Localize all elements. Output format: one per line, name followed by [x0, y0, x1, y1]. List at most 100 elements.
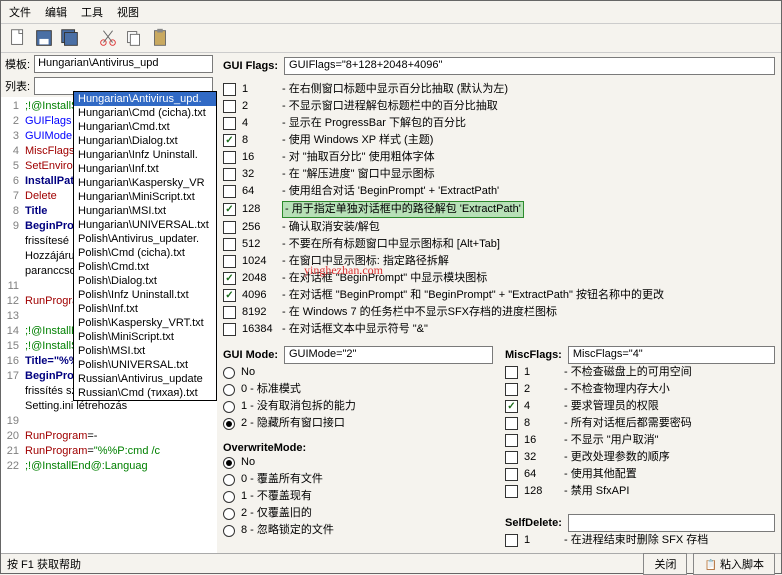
dropdown-item[interactable]: Polish\UNIVERSAL.txt [74, 358, 216, 372]
guiflag-32[interactable]: 32- 在 "解压进度" 窗口中显示图标 [223, 166, 775, 183]
checkbox-icon[interactable] [223, 289, 236, 302]
copy-icon[interactable] [123, 27, 145, 49]
dropdown-item[interactable]: Polish\Antivirus_updater. [74, 232, 216, 246]
checkbox-icon[interactable] [223, 134, 236, 147]
checkbox-icon[interactable] [505, 434, 518, 447]
dropdown-item[interactable]: Hungarian\Dialog.txt [74, 134, 216, 148]
dropdown-item[interactable]: Hungarian\Infz Uninstall. [74, 148, 216, 162]
guiflag-512[interactable]: 512- 不要在所有标题窗口中显示图标和 [Alt+Tab] [223, 236, 775, 253]
checkbox-icon[interactable] [505, 451, 518, 464]
guiflag-16[interactable]: 16- 对 "抽取百分比" 使用粗体字体 [223, 149, 775, 166]
checkbox-icon[interactable] [223, 151, 236, 164]
new-icon[interactable] [7, 27, 29, 49]
checkbox-icon[interactable] [505, 534, 518, 547]
cut-icon[interactable] [97, 27, 119, 49]
miscflag-32[interactable]: 32- 更改处理参数的顺序 [505, 449, 775, 466]
checkbox-icon[interactable] [223, 306, 236, 319]
radio-icon[interactable] [223, 384, 235, 396]
checkbox-icon[interactable] [223, 323, 236, 336]
overwrite-option[interactable]: 0 - 覆盖所有文件 [223, 471, 493, 488]
menu-file[interactable]: 文件 [9, 4, 31, 20]
checkbox-icon[interactable] [223, 185, 236, 198]
checkbox-icon[interactable] [505, 485, 518, 498]
miscflag-64[interactable]: 64- 使用其他配置 [505, 466, 775, 483]
guimode-option[interactable]: 0 - 标准模式 [223, 381, 493, 398]
close-button[interactable]: 关闭 [643, 553, 687, 575]
guiflag-8[interactable]: 8- 使用 Windows XP 样式 (主题) [223, 132, 775, 149]
checkbox-icon[interactable] [223, 203, 236, 216]
checkbox-icon[interactable] [223, 83, 236, 96]
radio-icon[interactable] [223, 508, 235, 520]
miscflag-8[interactable]: 8- 所有对话框后都需要密码 [505, 415, 775, 432]
miscflag-1[interactable]: 1- 不检查磁盘上的可用空间 [505, 364, 775, 381]
dropdown-item[interactable]: Hungarian\Inf.txt [74, 162, 216, 176]
dropdown-item[interactable]: Hungarian\UNIVERSAL.txt [74, 218, 216, 232]
guimode-option[interactable]: No [223, 364, 493, 381]
guiflag-16384[interactable]: 16384- 在对话框文本中显示符号 "&" [223, 321, 775, 338]
dropdown-item[interactable]: Hungarian\MSI.txt [74, 204, 216, 218]
guiflag-8192[interactable]: 8192- 在 Windows 7 的任务栏中不显示SFX存档的进度栏图标 [223, 304, 775, 321]
miscflags-input[interactable]: MiscFlags="4" [568, 346, 775, 364]
checkbox-icon[interactable] [223, 221, 236, 234]
guiflag-64[interactable]: 64- 使用组合对话 'BeginPrompt' + 'ExtractPath' [223, 183, 775, 200]
overwrite-option[interactable]: 8 - 忽略锁定的文件 [223, 522, 493, 539]
guiflags-input[interactable]: GUIFlags="8+128+2048+4096" [284, 57, 775, 75]
miscflag-128[interactable]: 128- 禁用 SfxAPI [505, 483, 775, 500]
checkbox-icon[interactable] [223, 168, 236, 181]
radio-icon[interactable] [223, 525, 235, 537]
checkbox-icon[interactable] [505, 383, 518, 396]
guiflag-4[interactable]: 4- 显示在 ProgressBar 下解包的百分比 [223, 115, 775, 132]
checkbox-icon[interactable] [505, 417, 518, 430]
guiflag-2[interactable]: 2- 不显示窗口进程解包标题栏中的百分比抽取 [223, 98, 775, 115]
radio-icon[interactable] [223, 418, 235, 430]
miscflag-16[interactable]: 16- 不显示 "用户取消" [505, 432, 775, 449]
dropdown-item[interactable]: Polish\Cmd.txt [74, 260, 216, 274]
dropdown-item[interactable]: Polish\Infz Uninstall.txt [74, 288, 216, 302]
checkbox-icon[interactable] [505, 366, 518, 379]
dropdown-item[interactable]: Hungarian\Cmd.txt [74, 120, 216, 134]
checkbox-icon[interactable] [505, 468, 518, 481]
dropdown-item[interactable]: Polish\Inf.txt [74, 302, 216, 316]
overwrite-option[interactable]: 2 - 仅覆盖旧的 [223, 505, 493, 522]
dropdown-item[interactable]: Polish\MSI.txt [74, 344, 216, 358]
dropdown-item[interactable]: Polish\Cmd (cicha).txt [74, 246, 216, 260]
paste-icon[interactable] [149, 27, 171, 49]
dropdown-item[interactable]: Hungarian\Kaspersky_VR [74, 176, 216, 190]
menu-edit[interactable]: 编辑 [45, 4, 67, 20]
guiflag-4096[interactable]: 4096- 在对话框 "BeginPrompt" 和 "BeginPrompt"… [223, 287, 775, 304]
radio-icon[interactable] [223, 474, 235, 486]
save-all-icon[interactable] [59, 27, 81, 49]
checkbox-icon[interactable] [223, 272, 236, 285]
guimode-option[interactable]: 1 - 没有取消包拆的能力 [223, 398, 493, 415]
miscflag-2[interactable]: 2- 不检查物理内存大小 [505, 381, 775, 398]
overwrite-option[interactable]: No [223, 454, 493, 471]
menu-view[interactable]: 视图 [117, 4, 139, 20]
selfdelete-input[interactable] [568, 514, 775, 532]
template-input[interactable]: Hungarian\Antivirus_upd [34, 55, 213, 73]
dropdown-item[interactable]: Polish\MiniScript.txt [74, 330, 216, 344]
dropdown-item[interactable]: Hungarian\Cmd (cicha).txt [74, 106, 216, 120]
selfdelete-option[interactable]: 1- 在进程结束时删除 SFX 存档 [505, 532, 775, 549]
dropdown-item[interactable]: Russian\Antivirus_update [74, 372, 216, 386]
dropdown-item[interactable]: Hungarian\MiniScript.txt [74, 190, 216, 204]
dropdown-item[interactable]: Russian\Cmd (тихая).txt [74, 386, 216, 400]
guiflag-256[interactable]: 256- 确认取消安装/解包 [223, 219, 775, 236]
radio-icon[interactable] [223, 491, 235, 503]
checkbox-icon[interactable] [223, 117, 236, 130]
miscflag-4[interactable]: 4- 要求管理员的权限 [505, 398, 775, 415]
radio-icon[interactable] [223, 367, 235, 379]
dropdown-item[interactable]: Hungarian\Antivirus_upd. [74, 92, 216, 106]
guiflag-1[interactable]: 1- 在右侧窗口标题中显示百分比抽取 (默认为左) [223, 81, 775, 98]
guimode-input[interactable]: GUIMode="2" [284, 346, 493, 364]
menu-tools[interactable]: 工具 [81, 4, 103, 20]
overwrite-option[interactable]: 1 - 不覆盖现有 [223, 488, 493, 505]
template-dropdown[interactable]: Hungarian\Antivirus_upd.Hungarian\Cmd (c… [73, 91, 217, 401]
radio-icon[interactable] [223, 401, 235, 413]
save-icon[interactable] [33, 27, 55, 49]
checkbox-icon[interactable] [505, 400, 518, 413]
checkbox-icon[interactable] [223, 255, 236, 268]
radio-icon[interactable] [223, 457, 235, 469]
guimode-option[interactable]: 2 - 隐藏所有窗口接口 [223, 415, 493, 432]
checkbox-icon[interactable] [223, 100, 236, 113]
paste-script-button[interactable]: 📋 粘入脚本 [693, 553, 775, 575]
